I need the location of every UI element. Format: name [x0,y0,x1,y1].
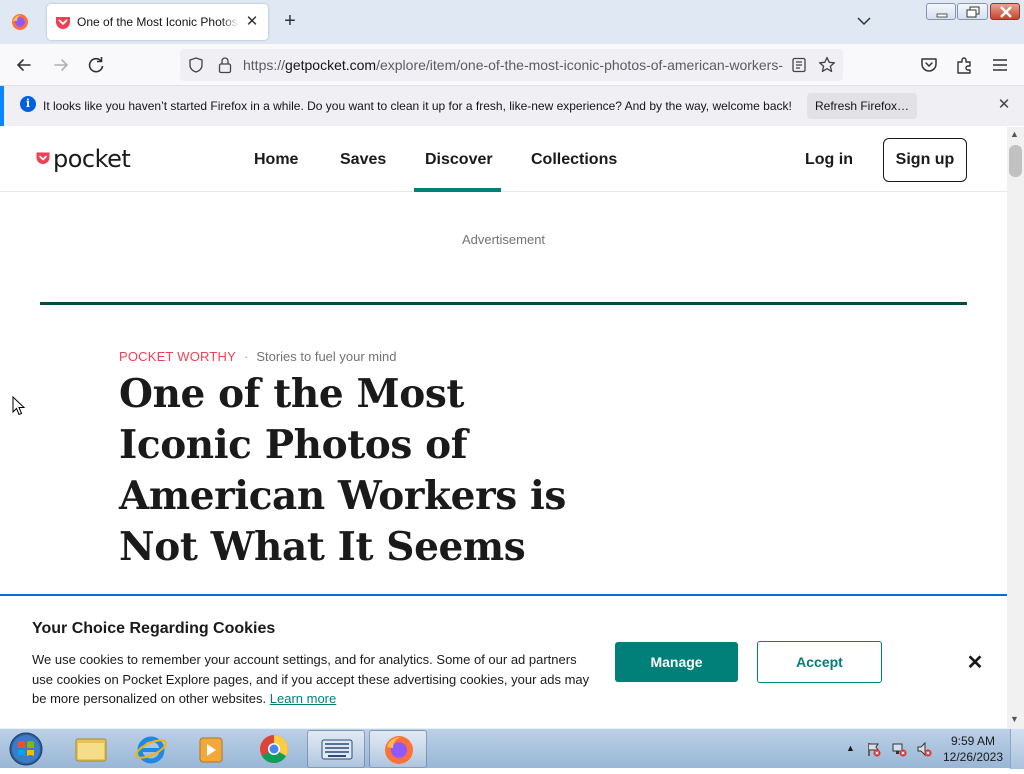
keyboard-app-taskbar-button[interactable] [307,730,365,768]
chrome-icon [260,735,288,763]
show-desktop-button[interactable] [1010,729,1024,769]
pocket-worthy-tag[interactable]: POCKET WORTHY [119,349,236,364]
url-text[interactable]: https://getpocket.com/explore/item/one-o… [243,57,783,73]
login-link[interactable]: Log in [805,151,853,169]
new-tab-plus-icon[interactable]: + [279,10,301,32]
windows-explorer-taskbar-button[interactable] [62,730,120,768]
page-scrollbar[interactable]: ▲ ▼ [1007,127,1024,728]
windows-taskbar: ▲ 9:59 AM 12/26/2023 [0,728,1024,769]
nav-saves[interactable]: Saves [340,151,386,169]
windows-explorer-icon [75,738,107,762]
section-divider [40,302,967,305]
notification-message: It looks like you haven’t started Firefo… [43,99,792,113]
close-cookie-banner-icon[interactable]: ✕ [964,652,986,674]
chevron-down-icon[interactable] [855,12,873,30]
site-header: pocket Home Saves Discover Collections L… [0,127,1007,192]
active-nav-indicator [414,188,501,192]
lock-icon[interactable] [217,56,233,74]
pocket-logo-icon [36,152,50,164]
firefox-icon [385,736,413,764]
article-eyebrow: POCKET WORTHY · Stories to fuel your mind [119,349,397,364]
tab-bar: One of the Most Iconic Photos of America… [0,0,1024,44]
reload-icon[interactable] [85,54,107,76]
manage-cookies-button[interactable]: Manage [615,642,738,682]
advertisement-label: Advertisement [461,232,546,247]
eyebrow-separator: · [243,349,249,364]
window-minimize-button[interactable] [926,3,956,20]
extensions-puzzle-icon[interactable] [953,54,975,76]
pocket-favicon-icon [56,17,70,29]
keyboard-app-icon [321,739,353,760]
address-bar[interactable]: https://getpocket.com/explore/item/one-o… [180,49,843,81]
back-arrow-icon[interactable] [13,54,35,76]
page-viewport: pocket Home Saves Discover Collections L… [0,127,1007,728]
reader-view-icon[interactable] [791,57,807,73]
hamburger-menu-icon[interactable] [989,54,1011,76]
mouse-pointer-icon [12,396,26,416]
clock-date[interactable]: 12/26/2023 [942,750,1004,764]
eyebrow-subtitle: Stories to fuel your mind [256,349,397,364]
navigation-toolbar: https://getpocket.com/explore/item/one-o… [0,44,1024,86]
tab-title: One of the Most Iconic Photos of America… [77,15,239,29]
scroll-down-arrow-icon[interactable]: ▼ [1010,714,1019,724]
cookie-banner-text: We use cookies to remember your account … [32,650,592,709]
close-notification-icon[interactable]: ✕ [995,96,1013,114]
tracking-protection-shield-icon[interactable] [188,57,204,73]
nav-collections[interactable]: Collections [531,151,617,169]
url-host: getpocket.com [285,57,377,73]
media-player-taskbar-button[interactable] [182,730,240,768]
browser-tab-active[interactable]: One of the Most Iconic Photos of America… [47,4,268,40]
info-icon: i [20,96,36,112]
action-center-flag-icon[interactable] [866,741,882,757]
windows-start-button[interactable] [6,730,46,768]
network-status-icon[interactable] [891,741,907,757]
url-path: /explore/item/one-of-the-most-iconic-pho… [376,57,783,73]
article-headline: One of the Most Iconic Photos of America… [119,371,566,570]
show-hidden-icons-arrow[interactable]: ▲ [846,743,855,753]
cookie-banner-title: Your Choice Regarding Cookies [32,620,276,637]
accept-cookies-button[interactable]: Accept [757,641,882,683]
close-tab-icon[interactable]: ✕ [243,13,261,31]
clock-time[interactable]: 9:59 AM [942,734,1004,748]
signup-button[interactable]: Sign up [883,138,967,182]
internet-explorer-icon [135,736,167,764]
window-restore-button[interactable] [957,3,988,20]
url-scheme: https:// [243,57,286,73]
nav-discover[interactable]: Discover [425,151,493,169]
forward-arrow-icon[interactable] [50,54,72,76]
pocket-save-icon[interactable] [918,54,940,76]
media-player-icon [199,737,223,763]
firefox-icon[interactable] [11,13,29,31]
refresh-firefox-button[interactable]: Refresh Firefox… [807,93,917,119]
scrollbar-thumb[interactable] [1009,145,1022,177]
firefox-taskbar-button[interactable] [369,730,427,768]
volume-muted-icon[interactable] [916,741,932,757]
window-close-button[interactable] [990,3,1020,20]
internet-explorer-taskbar-button[interactable] [122,730,180,768]
scroll-up-arrow-icon[interactable]: ▲ [1010,129,1019,139]
pocket-wordmark: pocket [53,145,131,173]
bookmark-star-icon[interactable] [818,56,836,74]
learn-more-link[interactable]: Learn more [270,691,336,706]
cookie-consent-banner: Your Choice Regarding Cookies We use coo… [0,594,1007,728]
chrome-taskbar-button[interactable] [245,730,303,768]
firefox-notification-bar: i It looks like you haven’t started Fire… [0,86,1024,126]
nav-home[interactable]: Home [254,151,298,169]
